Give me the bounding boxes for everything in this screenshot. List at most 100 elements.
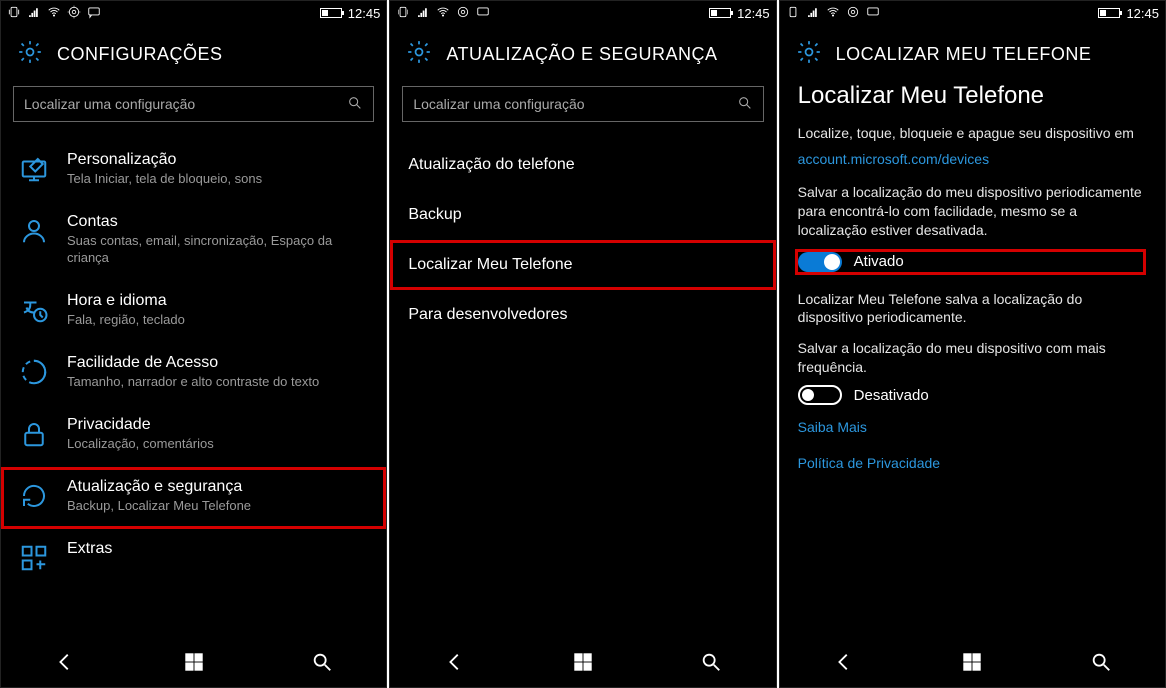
- setting-title: Hora e idioma: [67, 291, 185, 310]
- setting-desc: Suas contas, email, sincronização, Espaç…: [67, 233, 370, 267]
- battery-icon: [320, 8, 342, 18]
- search-button[interactable]: [1088, 649, 1114, 675]
- toggle-more-frequency[interactable]: Desativado: [798, 385, 1147, 405]
- status-bar: 12:45: [1, 1, 386, 25]
- clock: 12:45: [348, 6, 381, 21]
- privacy-icon: [17, 417, 51, 451]
- page-title: LOCALIZAR MEU TELEFONE: [836, 44, 1092, 65]
- learn-more-link[interactable]: Saiba Mais: [798, 419, 1147, 435]
- periodic-note: Localizar Meu Telefone salva a localizaç…: [798, 290, 1147, 328]
- setting-extras[interactable]: Extras: [1, 529, 386, 589]
- setting-title: Atualização e segurança: [67, 477, 251, 496]
- wifi-icon: [436, 5, 450, 22]
- signal-icon: [27, 5, 41, 22]
- search-input[interactable]: Localizar uma configuração: [13, 86, 374, 122]
- vibrate-icon: [7, 5, 21, 22]
- privacy-policy-link[interactable]: Política de Privacidade: [798, 455, 1147, 471]
- frequency-text: Salvar a localização do meu dispositivo …: [798, 339, 1147, 377]
- signal-icon: [416, 5, 430, 22]
- devices-link[interactable]: account.microsoft.com/devices: [798, 151, 1147, 167]
- intro-text: Localize, toque, bloqueie e apague seu d…: [798, 124, 1147, 143]
- toggle-label: Desativado: [854, 387, 929, 404]
- location-icon: [67, 5, 81, 22]
- page-header: ATUALIZAÇÃO E SEGURANÇA: [390, 25, 775, 76]
- time-language-icon: [17, 293, 51, 327]
- search-icon: [347, 95, 363, 114]
- search-icon: [737, 95, 753, 114]
- back-button[interactable]: [831, 649, 857, 675]
- update-security-list: Atualização do telefone Backup Localizar…: [390, 140, 775, 637]
- battery-icon: [1098, 8, 1120, 18]
- vibrate-icon: [396, 5, 410, 22]
- search-button[interactable]: [309, 649, 335, 675]
- location-icon: [456, 5, 470, 22]
- setting-desc: Localização, comentários: [67, 436, 214, 453]
- extras-icon: [17, 541, 51, 575]
- search-placeholder: Localizar uma configuração: [413, 96, 736, 112]
- item-find-my-phone[interactable]: Localizar Meu Telefone: [390, 240, 775, 290]
- item-phone-update[interactable]: Atualização do telefone: [390, 140, 775, 190]
- toggle-label: Ativado: [854, 253, 904, 270]
- gear-icon: [406, 39, 432, 70]
- nav-bar: [390, 637, 775, 687]
- setting-desc: Tamanho, narrador e alto contraste do te…: [67, 374, 319, 391]
- setting-desc: Tela Iniciar, tela de bloqueio, sons: [67, 171, 262, 188]
- location-icon: [846, 5, 860, 22]
- page-title: CONFIGURAÇÕES: [57, 44, 223, 65]
- setting-title: Personalização: [67, 150, 262, 169]
- ease-of-access-icon: [17, 355, 51, 389]
- toggle-save-location[interactable]: Ativado: [794, 248, 1147, 276]
- back-button[interactable]: [52, 649, 78, 675]
- save-location-text: Salvar a localização do meu dispositivo …: [798, 183, 1147, 240]
- setting-update-security[interactable]: Atualização e segurança Backup, Localiza…: [1, 467, 386, 529]
- toggle-on-icon: [798, 252, 842, 272]
- start-button[interactable]: [181, 649, 207, 675]
- screen-settings: 12:45 CONFIGURAÇÕES Localizar uma config…: [0, 0, 387, 688]
- content-heading: Localizar Meu Telefone: [798, 82, 1147, 110]
- setting-desc: Backup, Localizar Meu Telefone: [67, 498, 251, 515]
- clock: 12:45: [1126, 6, 1159, 21]
- wifi-icon: [826, 5, 840, 22]
- item-for-developers[interactable]: Para desenvolvedores: [390, 290, 775, 340]
- setting-time-language[interactable]: Hora e idioma Fala, região, teclado: [1, 281, 386, 343]
- accounts-icon: [17, 214, 51, 248]
- vibrate-icon: [786, 5, 800, 22]
- search-input[interactable]: Localizar uma configuração: [402, 86, 763, 122]
- setting-title: Extras: [67, 539, 112, 558]
- search-button[interactable]: [698, 649, 724, 675]
- battery-icon: [709, 8, 731, 18]
- settings-list: Personalização Tela Iniciar, tela de blo…: [1, 140, 386, 637]
- start-button[interactable]: [959, 649, 985, 675]
- screen-find-my-phone: 12:45 LOCALIZAR MEU TELEFONE Localizar M…: [779, 0, 1166, 688]
- clock: 12:45: [737, 6, 770, 21]
- setting-title: Facilidade de Acesso: [67, 353, 319, 372]
- setting-desc: Fala, região, teclado: [67, 312, 185, 329]
- setting-ease-of-access[interactable]: Facilidade de Acesso Tamanho, narrador e…: [1, 343, 386, 405]
- update-security-icon: [17, 479, 51, 513]
- message-icon: [866, 5, 880, 22]
- gear-icon: [796, 39, 822, 70]
- status-bar: 12:45: [780, 1, 1165, 25]
- start-button[interactable]: [570, 649, 596, 675]
- status-bar: 12:45: [390, 1, 775, 25]
- setting-personalization[interactable]: Personalização Tela Iniciar, tela de blo…: [1, 140, 386, 202]
- gear-icon: [17, 39, 43, 70]
- page-title: ATUALIZAÇÃO E SEGURANÇA: [446, 44, 717, 65]
- setting-title: Contas: [67, 212, 370, 231]
- item-backup[interactable]: Backup: [390, 190, 775, 240]
- setting-title: Privacidade: [67, 415, 214, 434]
- message-icon: [476, 5, 490, 22]
- nav-bar: [1, 637, 386, 687]
- page-header: CONFIGURAÇÕES: [1, 25, 386, 76]
- nav-bar: [780, 637, 1165, 687]
- screen-update-security: 12:45 ATUALIZAÇÃO E SEGURANÇA Localizar …: [389, 0, 776, 688]
- signal-icon: [806, 5, 820, 22]
- back-button[interactable]: [442, 649, 468, 675]
- setting-privacy[interactable]: Privacidade Localização, comentários: [1, 405, 386, 467]
- toggle-off-icon: [798, 385, 842, 405]
- setting-accounts[interactable]: Contas Suas contas, email, sincronização…: [1, 202, 386, 281]
- message-icon: [87, 5, 101, 22]
- find-my-phone-content: Localizar Meu Telefone Localize, toque, …: [780, 76, 1165, 637]
- wifi-icon: [47, 5, 61, 22]
- page-header: LOCALIZAR MEU TELEFONE: [780, 25, 1165, 76]
